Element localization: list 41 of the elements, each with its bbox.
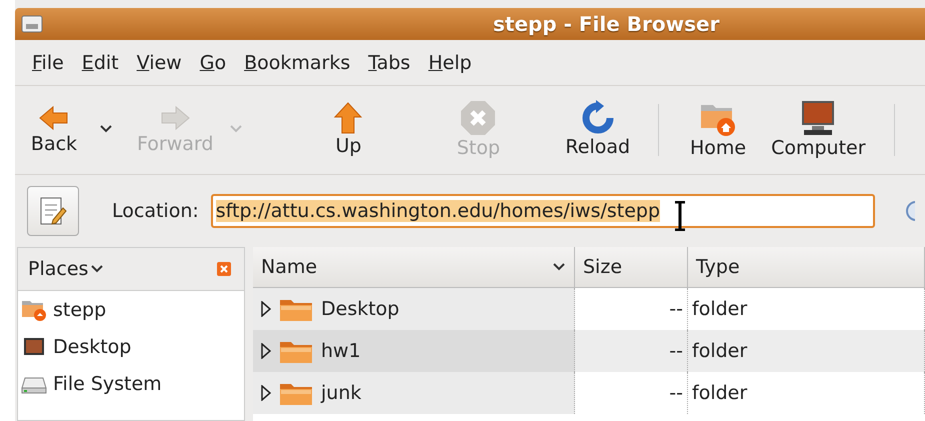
- toolbar-button[interactable]: Computer: [765, 89, 872, 171]
- menu-item[interactable]: File: [27, 52, 75, 74]
- toolbar-button[interactable]: Back: [19, 93, 89, 167]
- table-cell: folder: [688, 372, 925, 414]
- place-item[interactable]: File System: [18, 365, 244, 402]
- place-item[interactable]: Desktop: [18, 328, 244, 365]
- table-cell: --: [575, 330, 688, 372]
- column-header[interactable]: Type: [688, 247, 925, 288]
- caret-icon[interactable]: [99, 124, 113, 134]
- menu-item[interactable]: Help: [423, 52, 483, 74]
- menu-item[interactable]: Edit: [76, 52, 130, 74]
- menu-item[interactable]: Tabs: [363, 52, 422, 74]
- window-title: stepp - File Browser: [493, 12, 720, 36]
- menu-item[interactable]: View: [132, 52, 193, 74]
- location-field[interactable]: sftp://attu.cs.washington.edu/homes/iws/stepp: [210, 194, 875, 228]
- column-header[interactable]: Size: [575, 247, 688, 288]
- table-cell: --: [575, 372, 688, 414]
- expander-icon[interactable]: [261, 343, 271, 359]
- expander-icon[interactable]: [261, 385, 271, 401]
- drive-icon: [21, 14, 43, 34]
- notepad-pencil-icon: [39, 196, 67, 226]
- reload-icon: [580, 100, 615, 136]
- toolbar-button[interactable]: Reload: [559, 90, 636, 170]
- text-cursor-icon: [674, 201, 686, 231]
- table-cell: folder: [688, 330, 925, 372]
- menu-item[interactable]: Bookmarks: [239, 52, 362, 74]
- edit-location-button[interactable]: [27, 186, 79, 236]
- stop-icon: [459, 99, 498, 137]
- close-icon[interactable]: [216, 261, 232, 277]
- caret-icon: [91, 265, 104, 273]
- expander-icon[interactable]: [261, 301, 271, 317]
- place-item[interactable]: stepp: [18, 291, 244, 328]
- toolbar-button[interactable]: Home: [683, 89, 754, 171]
- menu-item[interactable]: Go: [194, 52, 238, 74]
- places-dropdown[interactable]: Places: [28, 258, 104, 280]
- column-header[interactable]: Name: [253, 247, 575, 288]
- table-cell[interactable]: Desktop: [253, 288, 575, 330]
- table-cell[interactable]: junk: [253, 372, 575, 414]
- table-cell[interactable]: hw1: [253, 330, 575, 372]
- location-label: Location:: [112, 200, 199, 222]
- toolbar-button[interactable]: Up: [313, 91, 384, 169]
